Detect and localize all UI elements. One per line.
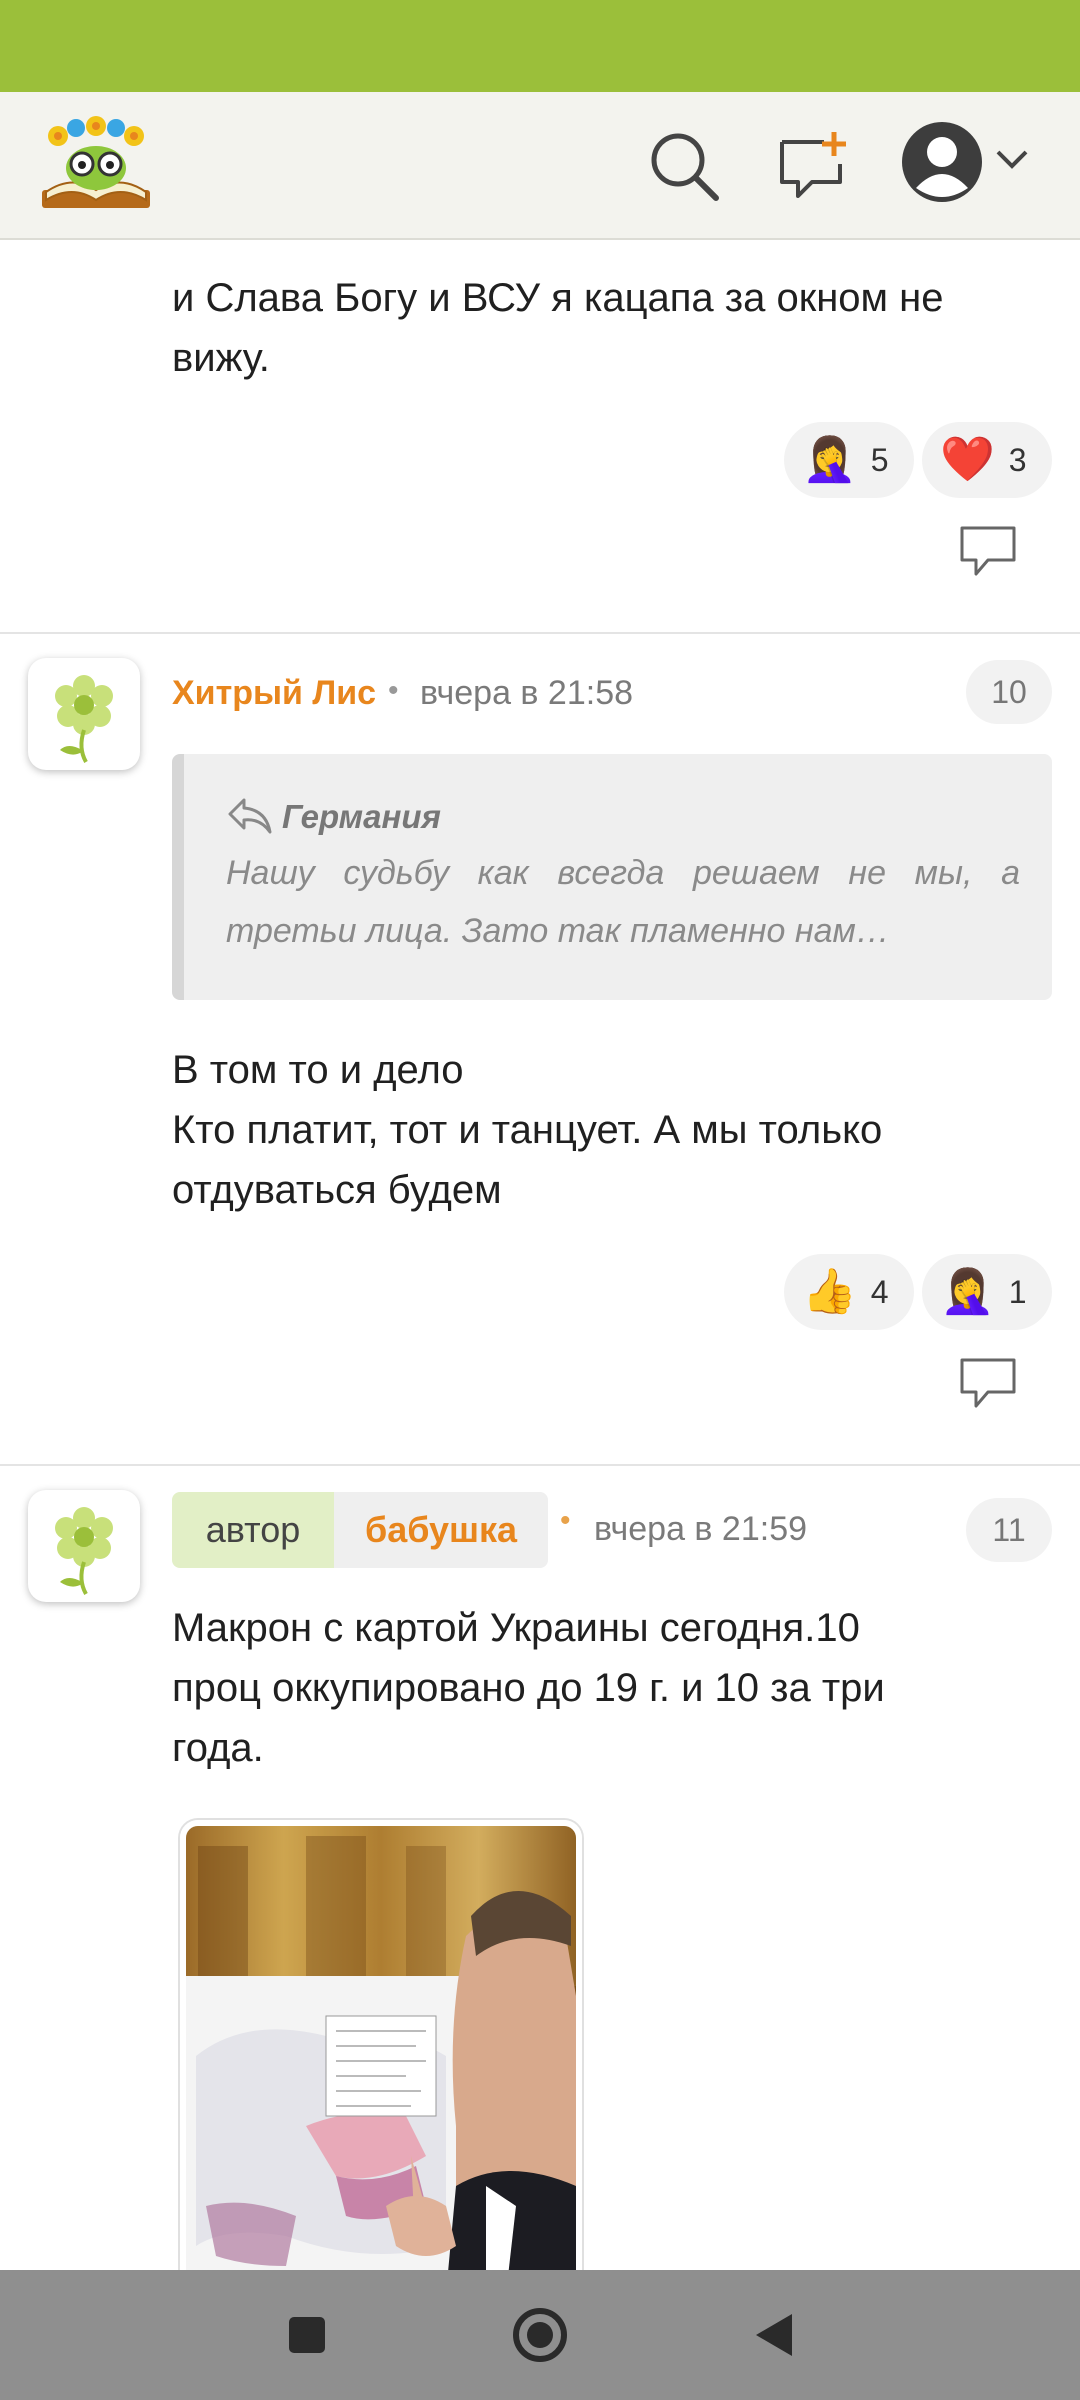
photo-man-with-map[interactable] bbox=[180, 1820, 582, 2270]
avatar[interactable] bbox=[28, 1490, 140, 1602]
reaction-heart[interactable]: ❤️ 3 bbox=[922, 422, 1052, 498]
quote-title: Германия bbox=[282, 798, 441, 835]
separator-dot: • bbox=[388, 674, 399, 707]
new-message-icon[interactable] bbox=[776, 128, 850, 202]
status-bar bbox=[0, 0, 1080, 92]
comments-feed: и Слава Богу и ВСУ я кацапа за окном не … bbox=[0, 240, 1080, 2270]
comment-text-line: вижу. bbox=[172, 336, 270, 380]
search-icon[interactable] bbox=[646, 128, 722, 204]
comment-text: Макрон с картой Украины сегодня.10 проц … bbox=[172, 1598, 1052, 1778]
chevron-down-icon[interactable] bbox=[994, 146, 1030, 174]
comment-author[interactable]: бабушка bbox=[334, 1492, 548, 1568]
comment-text-line: отдуваться будем bbox=[172, 1168, 502, 1212]
comment-time: вчера в 21:59 bbox=[594, 1510, 808, 1548]
reaction-thumbs-up[interactable]: 👍 4 bbox=[784, 1254, 914, 1330]
avatar[interactable] bbox=[28, 658, 140, 770]
reaction-count: 3 bbox=[1008, 441, 1027, 478]
heart-emoji: ❤️ bbox=[940, 435, 995, 484]
quoted-comment[interactable]: Германия Нашу судьбу как всегда решаем н… bbox=[172, 754, 1052, 1000]
reaction-count: 1 bbox=[1008, 1273, 1027, 1310]
app-header bbox=[0, 92, 1080, 240]
comment-author[interactable]: Хитрый Лис bbox=[172, 674, 376, 713]
comment-text: В том то и дело Кто платит, тот и танцуе… bbox=[172, 1040, 1052, 1220]
thumbs-up-emoji: 👍 bbox=[802, 1267, 857, 1316]
comment-text-line: Макрон с картой Украины сегодня.10 bbox=[172, 1606, 860, 1650]
book-flower-logo[interactable] bbox=[32, 110, 160, 222]
home-icon[interactable] bbox=[505, 2300, 575, 2370]
comment-time: вчера в 21:58 bbox=[420, 674, 634, 712]
facepalm-emoji: 🤦‍♀️ bbox=[802, 435, 857, 484]
system-nav-bar bbox=[0, 2270, 1080, 2400]
comment-divider bbox=[0, 632, 1080, 634]
comment-number[interactable]: 10 bbox=[966, 660, 1052, 724]
comment-text-line: проц оккупировано до 19 г. и 10 за три bbox=[172, 1666, 885, 1710]
comment-text-line: года. bbox=[172, 1726, 264, 1770]
reaction-count: 5 bbox=[870, 441, 889, 478]
comment-text-line: и Слава Богу и ВСУ я кацапа за окном не bbox=[172, 276, 944, 320]
reply-icon[interactable] bbox=[958, 1356, 1018, 1410]
back-icon[interactable] bbox=[740, 2300, 810, 2370]
facepalm-emoji: 🤦‍♀️ bbox=[940, 1267, 995, 1316]
comment-number[interactable]: 11 bbox=[966, 1498, 1052, 1562]
reaction-facepalm[interactable]: 🤦‍♀️ 5 bbox=[784, 422, 914, 498]
comment-text-line: В том то и дело bbox=[172, 1048, 464, 1092]
reply-icon[interactable] bbox=[958, 524, 1018, 578]
comment-text: и Слава Богу и ВСУ я кацапа за окном не … bbox=[172, 268, 1052, 388]
comment-text-line: Кто платит, тот и танцует. А мы только bbox=[172, 1108, 883, 1152]
author-tag: автор bbox=[172, 1492, 334, 1568]
reply-arrow-icon bbox=[226, 796, 274, 836]
account-icon[interactable] bbox=[900, 120, 984, 204]
comment-divider bbox=[0, 1464, 1080, 1466]
quote-text: Нашу судьбу как всегда решаем не мы, а т… bbox=[226, 854, 1020, 950]
reaction-facepalm[interactable]: 🤦‍♀️ 1 bbox=[922, 1254, 1052, 1330]
recent-apps-icon[interactable] bbox=[272, 2300, 342, 2370]
reaction-count: 4 bbox=[870, 1273, 889, 1310]
separator-dot: • bbox=[560, 1504, 571, 1537]
